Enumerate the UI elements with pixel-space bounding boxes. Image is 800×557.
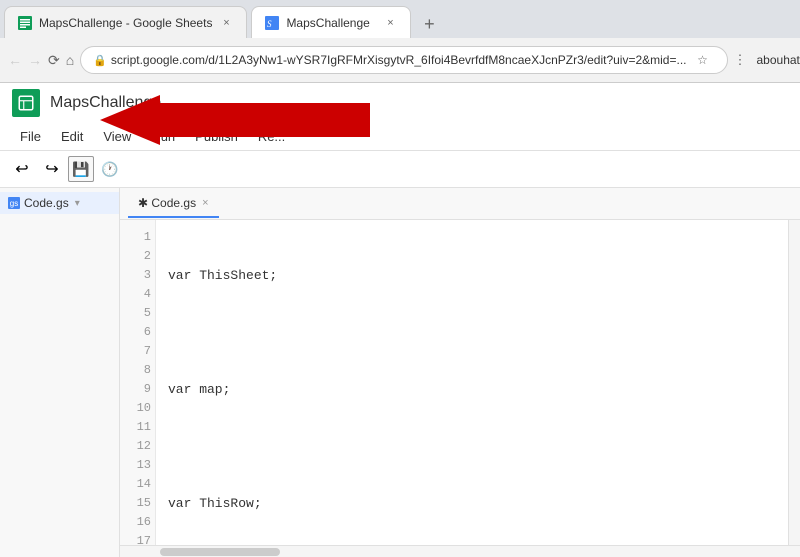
address-input[interactable]: 🔒 script.google.com/d/1L2A3yNw1-wYSR7IgR… (80, 46, 727, 74)
undo-button[interactable]: ↩ (8, 155, 36, 183)
back-button[interactable]: ← (8, 46, 22, 74)
menu-view[interactable]: View (95, 125, 139, 148)
code-line-3: var map; (168, 380, 776, 399)
file-item-label: Code.gs (24, 196, 69, 210)
scrollbar-thumb[interactable] (160, 548, 280, 556)
app-name: MapsChallenge (50, 94, 161, 112)
redo-button[interactable]: ↪ (38, 155, 66, 183)
file-icon: gs (8, 197, 20, 209)
file-item-codogs[interactable]: gs Code.gs ▾ (0, 192, 119, 214)
code-line-5: var ThisRow; (168, 494, 776, 513)
editor-tab-codogs[interactable]: ✱ Code.gs × (128, 190, 219, 218)
code-editor[interactable]: 1 2 3 4 5 6 7 8 9 10 11 12 13 14 15 16 1… (120, 220, 800, 545)
code-line-4 (168, 437, 776, 456)
menu-edit[interactable]: Edit (53, 125, 91, 148)
tab-sheets[interactable]: MapsChallenge - Google Sheets × (4, 6, 247, 38)
script-favicon: S (264, 15, 280, 31)
tab-script-title: MapsChallenge (286, 16, 376, 30)
save-button[interactable]: 💾 (68, 156, 94, 182)
tab-script[interactable]: S MapsChallenge × (251, 6, 411, 38)
code-content[interactable]: var ThisSheet; var map; var ThisRow; var… (156, 220, 788, 545)
code-line-2 (168, 323, 776, 342)
sheets-favicon (17, 15, 33, 31)
editor-container: gs Code.gs ▾ ✱ Code.gs × 1 2 3 4 5 6 7 8 (0, 188, 800, 557)
app-header: MapsChallenge File Edit View Run Publish… (0, 83, 800, 151)
home-button[interactable]: ⌂ (66, 46, 74, 74)
line-numbers: 1 2 3 4 5 6 7 8 9 10 11 12 13 14 15 16 1… (120, 220, 156, 545)
editor-tab-close[interactable]: × (202, 197, 208, 209)
vertical-scrollbar[interactable] (788, 220, 800, 545)
menu-run[interactable]: Run (143, 125, 183, 148)
address-text: script.google.com/d/1L2A3yNw1-wYSR7IgRFM… (111, 53, 687, 67)
svg-text:S: S (267, 19, 272, 29)
file-panel: gs Code.gs ▾ (0, 188, 120, 557)
bookmark-icon[interactable]: ☆ (691, 48, 715, 72)
file-dropdown-icon[interactable]: ▾ (75, 198, 80, 209)
reload-button[interactable]: ⟳ (48, 46, 60, 74)
tab-bar: MapsChallenge - Google Sheets × S MapsCh… (0, 0, 800, 38)
tab-sheets-close[interactable]: × (218, 15, 234, 31)
clock-button[interactable]: 🕐 (96, 155, 124, 183)
editor-tab-bar: ✱ Code.gs × (120, 188, 800, 220)
tab-script-close[interactable]: × (382, 15, 398, 31)
horizontal-scrollbar[interactable] (120, 545, 800, 557)
address-bar: ← → ⟳ ⌂ 🔒 script.google.com/d/1L2A3yNw1-… (0, 38, 800, 82)
menu-file[interactable]: File (12, 125, 49, 148)
browser-chrome: MapsChallenge - Google Sheets × S MapsCh… (0, 0, 800, 83)
editor-main: ✱ Code.gs × 1 2 3 4 5 6 7 8 9 10 11 12 1… (120, 188, 800, 557)
menu-more[interactable]: Re... (250, 125, 293, 148)
app-icon (12, 89, 40, 117)
toolbar: ↩ ↪ 💾 🕐 (0, 151, 800, 188)
browser-menu-icon[interactable]: ⋮ (734, 48, 747, 72)
code-line-1: var ThisSheet; (168, 266, 776, 285)
new-tab-button[interactable]: + (415, 10, 443, 38)
app-title-bar: MapsChallenge (0, 83, 800, 123)
user-email: abouhatab@yahoo.com (757, 53, 800, 67)
tab-sheets-title: MapsChallenge - Google Sheets (39, 16, 212, 30)
forward-button[interactable]: → (28, 46, 42, 74)
editor-tab-label: ✱ Code.gs (138, 196, 196, 210)
address-icons: ☆ (691, 48, 715, 72)
menu-publish[interactable]: Publish (187, 125, 246, 148)
app-menu: File Edit View Run Publish Re... (0, 123, 800, 150)
